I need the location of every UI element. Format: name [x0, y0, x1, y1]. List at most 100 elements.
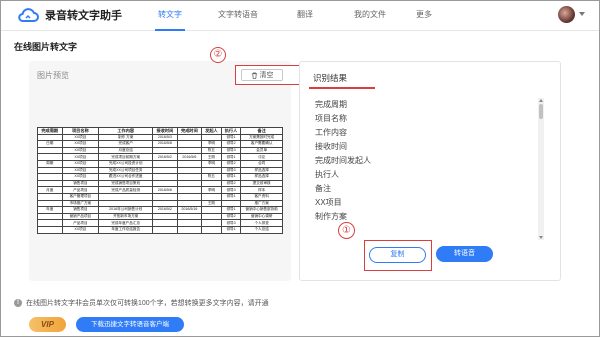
- nav-tab-translate[interactable]: 翻译: [285, 1, 325, 31]
- nav-tab-my-files[interactable]: 我的文件: [343, 1, 397, 31]
- document-cell: 跟进XX公司合作进度: [98, 173, 154, 181]
- document-cell: [201, 212, 222, 221]
- document-cell: 领导1: [220, 192, 242, 201]
- document-cell: 产品项目: [61, 219, 100, 227]
- document-cell: [37, 133, 63, 142]
- document-cell: [201, 206, 222, 214]
- document-table: 完成周期 项目名称 工作内容 接收时间 完成时间 发起人 执行人 备注 XX项目…: [37, 127, 283, 234]
- document-cell: [176, 212, 203, 221]
- document-row: 客户管理项目 领导1 客户资料: [37, 192, 283, 201]
- document-cell: 完成项目前期方案: [98, 153, 154, 161]
- document-cell: [176, 219, 203, 227]
- document-cell: [152, 159, 178, 168]
- clear-button[interactable]: 清空: [241, 69, 283, 81]
- scroll-down-icon[interactable]: [539, 236, 543, 239]
- app-logo[interactable]: 录音转文字助手: [17, 7, 122, 23]
- document-cell: [152, 199, 178, 208]
- document-cell: 客户管理项目: [61, 192, 100, 201]
- nav-tab-speech-to-text[interactable]: 转文字: [147, 1, 193, 31]
- copy-button-highlight: 复制: [364, 240, 432, 271]
- document-cell: 客户需要确认: [240, 140, 283, 148]
- nav-tab-more[interactable]: 更多: [409, 1, 439, 31]
- document-cell: 讨论: [240, 153, 283, 161]
- document-cell: XX项目: [61, 146, 100, 155]
- step-marker-2: ②: [210, 47, 226, 63]
- document-cell: 个人排查: [240, 219, 283, 227]
- result-line: 项目名称: [315, 114, 347, 123]
- document-cell: 2016/5/8: [152, 140, 178, 148]
- document-cell: 提交前审核: [240, 179, 283, 188]
- document-cell: 领导3: [220, 166, 242, 175]
- document-cell: [37, 153, 63, 161]
- document-cell: 营销中心销售部协助: [240, 206, 283, 214]
- document-cell: [176, 225, 203, 234]
- document-cell: 领导2: [220, 179, 242, 188]
- download-client-button[interactable]: 下载迅捷文字转语音客户端: [76, 317, 184, 332]
- result-scrollbar[interactable]: [538, 98, 544, 240]
- document-cell: [37, 212, 63, 221]
- document-cell: [176, 166, 203, 175]
- document-cell: 领导2: [220, 159, 242, 168]
- to-speech-button[interactable]: 转语音: [436, 246, 493, 262]
- clear-button-highlight: 清空: [235, 65, 301, 85]
- document-cell: [176, 192, 203, 201]
- document-cell: 营销中心调研: [240, 212, 283, 221]
- scroll-up-icon[interactable]: [539, 99, 543, 102]
- page-title: 在线图片转文字: [14, 42, 78, 52]
- document-cell: 完成年度产品汇总: [98, 219, 154, 227]
- document-cell: [176, 199, 203, 208]
- trash-icon: [251, 72, 257, 79]
- document-header-cell: 完成时间: [176, 127, 203, 135]
- document-cell: 领导1: [220, 206, 242, 214]
- cloud-icon: [18, 8, 39, 22]
- document-row: XX项目 完成XX公司项目任务 领导3 样品选择: [37, 166, 283, 175]
- info-icon: !: [14, 299, 22, 307]
- document-cell: 领导3: [220, 219, 242, 227]
- document-cell: 年度: [37, 206, 63, 214]
- document-cell: 领导3: [220, 186, 242, 194]
- document-row: 周期 XX项目 完成XX公司投资计划 李明 领导2 合同: [37, 159, 283, 168]
- document-cell: 周期: [37, 159, 63, 168]
- recognition-result-panel: 识别结果 完成周期 项目名称 工作内容 接收时间 完成时间发起人 执行人 备注 …: [299, 61, 561, 281]
- nav-tab-text-to-speech[interactable]: 文字转语音: [201, 1, 275, 31]
- scroll-thumb[interactable]: [539, 104, 543, 119]
- result-text-area[interactable]: 完成周期 项目名称 工作内容 接收时间 完成时间发起人 执行人 备注 XX项目 …: [315, 98, 515, 224]
- document-cell: [152, 212, 178, 221]
- document-cell: 制作 方案: [98, 133, 154, 142]
- document-row: XX项目 制作 方案 2016/5/3 领导1 方案需按时完成: [37, 133, 283, 142]
- document-cell: 王刚: [201, 199, 222, 208]
- document-cell: 样品选择: [240, 173, 283, 181]
- document-row: XX项目 完成项目前期方案 2016/5/2 2016/5/6 王刚 领导1 讨论: [37, 153, 283, 161]
- result-title-underline: [309, 87, 375, 89]
- document-cell: 开拓新市场方案: [98, 212, 154, 221]
- document-cell: [37, 173, 63, 181]
- chevron-down-icon[interactable]: [579, 12, 585, 16]
- result-title: 识别结果: [313, 73, 348, 83]
- document-header-cell: 执行人: [220, 127, 242, 135]
- document-cell: [176, 146, 203, 155]
- document-cell: [152, 219, 178, 227]
- document-cell: 合同: [240, 159, 283, 168]
- document-cell: 领导2: [220, 212, 242, 221]
- user-avatar[interactable]: [558, 6, 575, 23]
- document-cell: [201, 166, 222, 175]
- document-cell: [37, 219, 63, 227]
- document-row: 市场推广方案 王刚 推广方案: [37, 199, 283, 208]
- document-cell: [152, 173, 178, 181]
- member-notice: ! 在线图片转文字非会员单次仅可转换100个字，若想转换更多文字内容，请开通: [14, 298, 269, 308]
- document-cell: [176, 173, 203, 181]
- document-cell: 月度总结: [98, 146, 154, 155]
- document-cell: [37, 192, 63, 201]
- document-cell: XX项目: [61, 225, 100, 234]
- copy-button[interactable]: 复制: [369, 247, 426, 263]
- document-cell: 样本: [240, 186, 283, 194]
- document-cell: [37, 146, 63, 155]
- document-cell: 2016年公司销售计划: [98, 206, 154, 214]
- document-cell: 2016/5/16: [176, 206, 203, 214]
- document-cell: [37, 199, 63, 208]
- document-cell: 推广方案: [240, 199, 283, 208]
- document-header-cell: 完成周期: [37, 127, 63, 135]
- document-cell: 产品项目: [61, 186, 100, 194]
- vip-button[interactable]: VIP: [29, 317, 66, 332]
- document-cell: 陈五: [201, 146, 222, 155]
